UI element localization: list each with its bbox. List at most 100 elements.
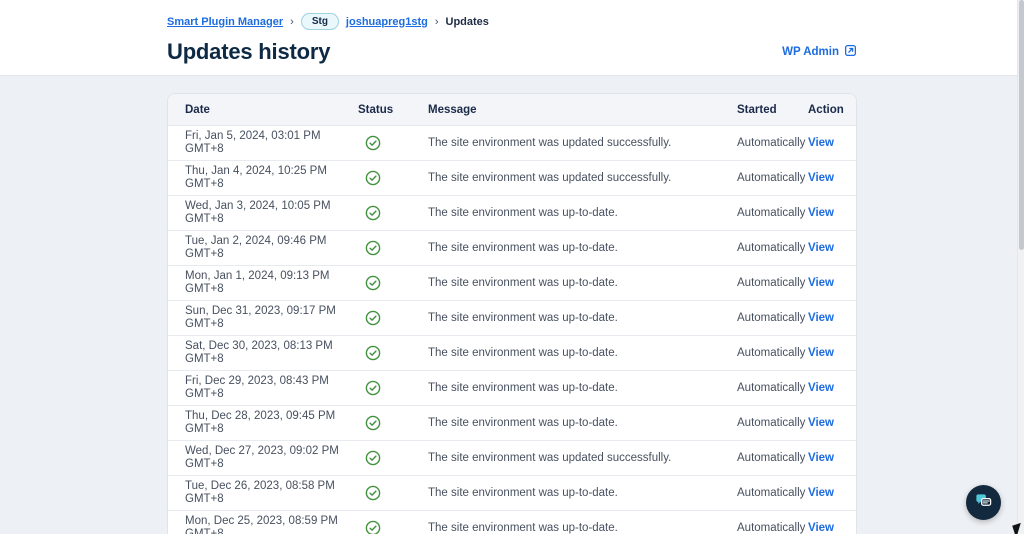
- column-header-date: Date: [185, 103, 210, 116]
- date-line1: Wed, Dec 27, 2023, 09:02 PM: [185, 445, 339, 457]
- date-line2: GMT+8: [185, 528, 224, 534]
- vertical-scrollbar[interactable]: [1017, 0, 1024, 534]
- success-status-icon: [365, 135, 428, 151]
- message-cell: The site environment was updated success…: [428, 172, 672, 184]
- date-line2: GMT+8: [185, 248, 224, 260]
- date-line1: Sun, Dec 31, 2023, 09:17 PM: [185, 305, 336, 317]
- date-cell: Sun, Dec 31, 2023, 09:17 PM GMT+8: [185, 305, 358, 331]
- breadcrumb-link-site[interactable]: joshuapreg1stg: [346, 16, 428, 28]
- date-cell: Thu, Jan 4, 2024, 10:25 PM GMT+8: [185, 165, 358, 191]
- view-link[interactable]: View: [808, 277, 834, 289]
- message-cell: The site environment was up-to-date.: [428, 487, 618, 499]
- view-link[interactable]: View: [808, 172, 834, 184]
- view-link[interactable]: View: [808, 522, 834, 534]
- date-line2: GMT+8: [185, 423, 224, 435]
- started-cell: Automatically: [737, 242, 806, 254]
- table-row: Sat, Dec 30, 2023, 08:13 PM GMT+8 The si…: [168, 336, 856, 371]
- view-link[interactable]: View: [808, 417, 834, 429]
- success-status-icon: [365, 450, 428, 466]
- view-link[interactable]: View: [808, 137, 834, 149]
- started-cell: Automatically: [737, 312, 806, 324]
- started-cell: Automatically: [737, 277, 806, 289]
- status-cell: [358, 345, 428, 361]
- chat-bubbles-icon: [974, 491, 993, 515]
- view-link[interactable]: View: [808, 452, 834, 464]
- message-cell: The site environment was up-to-date.: [428, 277, 618, 289]
- breadcrumb-current-page: Updates: [445, 15, 489, 28]
- date-line2: GMT+8: [185, 353, 224, 365]
- page-title: Updates history: [167, 39, 331, 64]
- action-cell: View: [808, 137, 840, 149]
- date-cell: Mon, Dec 25, 2023, 08:59 PM GMT+8: [185, 515, 358, 534]
- action-cell: View: [808, 172, 840, 184]
- status-cell: [358, 310, 428, 326]
- status-cell: [358, 380, 428, 396]
- success-status-icon: [365, 205, 428, 221]
- date-cell: Wed, Dec 27, 2023, 09:02 PM GMT+8: [185, 445, 358, 471]
- status-cell: [358, 240, 428, 256]
- view-link[interactable]: View: [808, 487, 834, 499]
- date-line1: Fri, Dec 29, 2023, 08:43 PM: [185, 375, 329, 387]
- date-line1: Thu, Dec 28, 2023, 09:45 PM: [185, 410, 336, 422]
- chat-support-button[interactable]: [966, 485, 1001, 520]
- action-cell: View: [808, 242, 840, 254]
- started-cell: Automatically: [737, 207, 806, 219]
- status-cell: [358, 135, 428, 151]
- date-cell: Fri, Jan 5, 2024, 03:01 PM GMT+8: [185, 130, 358, 156]
- message-cell: The site environment was up-to-date.: [428, 347, 618, 359]
- date-line2: GMT+8: [185, 178, 224, 190]
- date-line1: Mon, Dec 25, 2023, 08:59 PM: [185, 515, 338, 527]
- date-line1: Tue, Dec 26, 2023, 08:58 PM: [185, 480, 335, 492]
- table-row: Wed, Jan 3, 2024, 10:05 PM GMT+8 The sit…: [168, 196, 856, 231]
- breadcrumb-link-smart-plugin-manager[interactable]: Smart Plugin Manager: [167, 16, 283, 28]
- table-row: Mon, Jan 1, 2024, 09:13 PM GMT+8 The sit…: [168, 266, 856, 301]
- status-cell: [358, 205, 428, 221]
- success-status-icon: [365, 520, 428, 534]
- view-link[interactable]: View: [808, 207, 834, 219]
- wp-admin-link[interactable]: WP Admin: [782, 44, 857, 60]
- table-header-row: Date Status Message Started Action: [168, 94, 856, 126]
- scrollbar-thumb[interactable]: [1019, 0, 1024, 250]
- date-line2: GMT+8: [185, 458, 224, 470]
- date-line2: GMT+8: [185, 283, 224, 295]
- message-cell: The site environment was up-to-date.: [428, 417, 618, 429]
- table-row: Sun, Dec 31, 2023, 09:17 PM GMT+8 The si…: [168, 301, 856, 336]
- date-line2: GMT+8: [185, 318, 224, 330]
- success-status-icon: [365, 310, 428, 326]
- table-row: Wed, Dec 27, 2023, 09:02 PM GMT+8 The si…: [168, 441, 856, 476]
- status-cell: [358, 450, 428, 466]
- column-header-message: Message: [428, 103, 477, 116]
- success-status-icon: [365, 345, 428, 361]
- table-row: Thu, Dec 28, 2023, 09:45 PM GMT+8 The si…: [168, 406, 856, 441]
- top-header-bar: Smart Plugin Manager › Stg joshuapreg1st…: [0, 0, 1024, 76]
- action-cell: View: [808, 277, 840, 289]
- table-row: Tue, Jan 2, 2024, 09:46 PM GMT+8 The sit…: [168, 231, 856, 266]
- view-link[interactable]: View: [808, 242, 834, 254]
- status-cell: [358, 415, 428, 431]
- date-cell: Mon, Jan 1, 2024, 09:13 PM GMT+8: [185, 270, 358, 296]
- view-link[interactable]: View: [808, 347, 834, 359]
- date-line1: Fri, Jan 5, 2024, 03:01 PM GMT+8: [185, 130, 321, 155]
- view-link[interactable]: View: [808, 382, 834, 394]
- started-cell: Automatically: [737, 347, 806, 359]
- success-status-icon: [365, 170, 428, 186]
- status-cell: [358, 485, 428, 501]
- wp-admin-label: WP Admin: [782, 46, 839, 58]
- date-cell: Sat, Dec 30, 2023, 08:13 PM GMT+8: [185, 340, 358, 366]
- breadcrumb-separator: ›: [434, 15, 439, 28]
- date-cell: Fri, Dec 29, 2023, 08:43 PM GMT+8: [185, 375, 358, 401]
- date-line2: GMT+8: [185, 493, 224, 505]
- started-cell: Automatically: [737, 522, 806, 534]
- status-cell: [358, 170, 428, 186]
- date-line1: Tue, Jan 2, 2024, 09:46 PM: [185, 235, 327, 247]
- date-line1: Thu, Jan 4, 2024, 10:25 PM: [185, 165, 327, 177]
- table-row: Fri, Jan 5, 2024, 03:01 PM GMT+8 The sit…: [168, 126, 856, 161]
- message-cell: The site environment was up-to-date.: [428, 382, 618, 394]
- date-cell: Tue, Dec 26, 2023, 08:58 PM GMT+8: [185, 480, 358, 506]
- action-cell: View: [808, 487, 840, 499]
- action-cell: View: [808, 312, 840, 324]
- view-link[interactable]: View: [808, 312, 834, 324]
- breadcrumb-separator: ›: [290, 15, 294, 28]
- started-cell: Automatically: [737, 137, 806, 149]
- table-row: Mon, Dec 25, 2023, 08:59 PM GMT+8 The si…: [168, 511, 856, 534]
